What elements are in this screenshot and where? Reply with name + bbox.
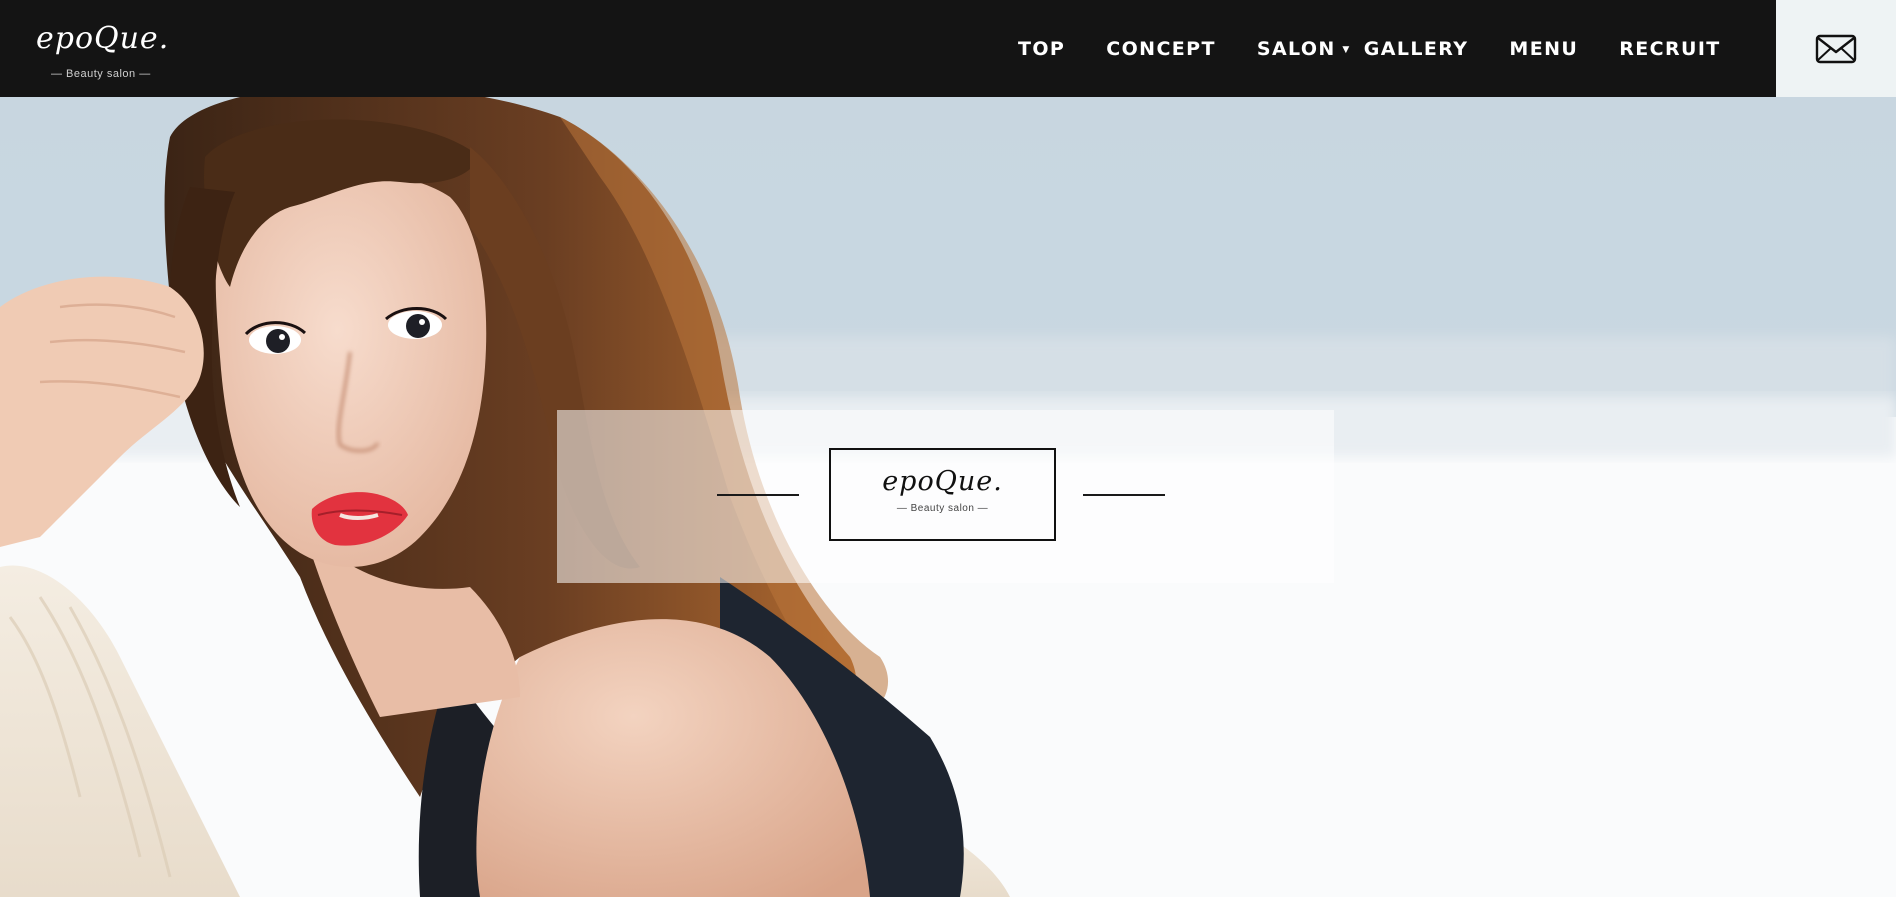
hero-brand-wordmark: epoQue. [882, 466, 1003, 497]
hero-section: epoQue. — Beauty salon — [0, 97, 1896, 897]
hero-brand-panel: epoQue. — Beauty salon — [557, 410, 1334, 583]
nav-item-salon[interactable]: SALON ▼ [1256, 37, 1349, 60]
nav-item-salon-label: SALON [1256, 37, 1336, 60]
main-nav: TOP CONCEPT SALON ▼ GALLERY MENU RECRUIT [1018, 0, 1762, 97]
logo-wordmark: epoQue. [36, 21, 170, 56]
logo-subtitle: — Beauty salon — [51, 68, 151, 80]
nav-item-gallery[interactable]: GALLERY [1364, 38, 1469, 60]
decorative-line-right [1083, 494, 1165, 496]
hero-brand-box: epoQue. — Beauty salon — [829, 448, 1056, 541]
contact-mail-button[interactable] [1776, 0, 1896, 97]
decorative-line-left [717, 494, 799, 496]
mail-icon [1815, 34, 1857, 63]
site-header: epoQue. — Beauty salon — TOP CONCEPT SAL… [0, 0, 1896, 97]
nav-item-recruit[interactable]: RECRUIT [1619, 38, 1720, 60]
hero-brand-subtitle: — Beauty salon — [896, 503, 989, 514]
nav-item-menu[interactable]: MENU [1509, 38, 1578, 60]
nav-item-top[interactable]: TOP [1018, 38, 1065, 60]
site-logo[interactable]: epoQue. — Beauty salon — [36, 21, 176, 81]
caret-down-icon: ▼ [1342, 44, 1351, 55]
nav-item-concept[interactable]: CONCEPT [1106, 38, 1216, 60]
bottom-strip [0, 897, 1896, 913]
